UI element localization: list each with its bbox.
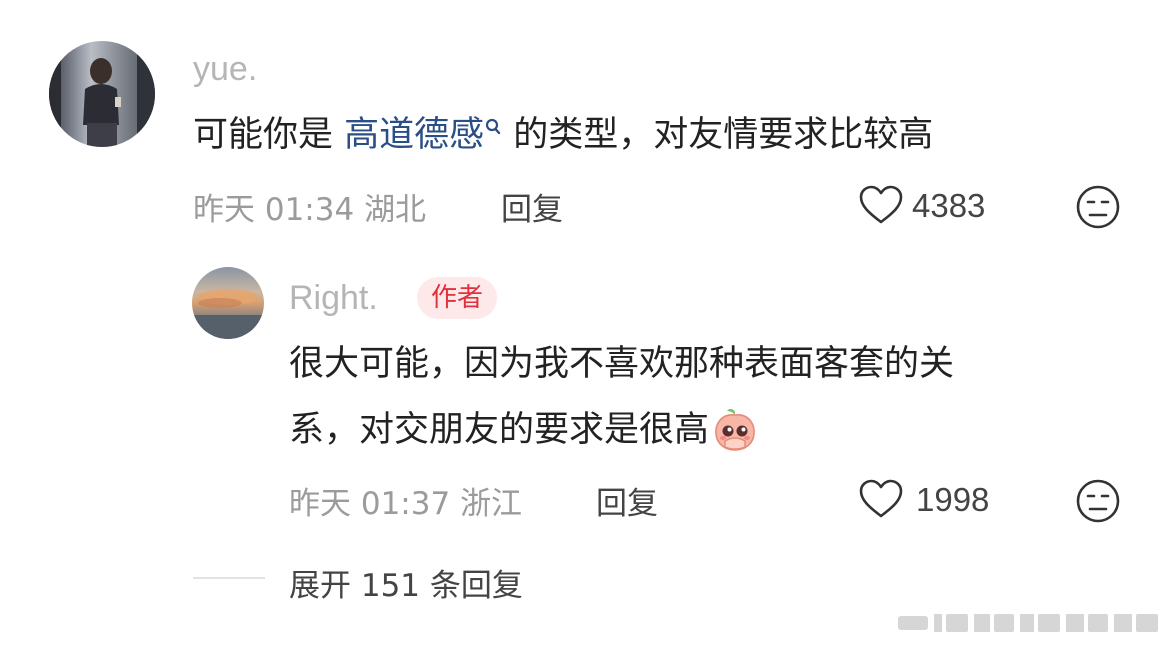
commenter-avatar[interactable]	[49, 41, 155, 147]
comment-text-suffix: 的类型，对友情要求比较高	[502, 115, 934, 155]
heart-icon[interactable]	[858, 184, 904, 226]
commenter-username[interactable]: yue.	[193, 50, 257, 89]
author-badge: 作者	[417, 277, 498, 319]
expand-replies-button[interactable]: 展开 151 条回复	[289, 560, 523, 605]
reply-reply-button[interactable]: 回复	[596, 478, 658, 523]
comment-content: 可能你是 高道德感 的类型，对友情要求比较高	[193, 111, 933, 160]
search-topic-link[interactable]: 高道德感	[344, 115, 484, 155]
reply-button[interactable]: 回复	[501, 184, 563, 229]
comment-time: 昨天 01:34	[193, 192, 355, 228]
reply-avatar[interactable]	[192, 267, 264, 339]
like-count: 4383	[912, 187, 986, 224]
reply-content-line1: 很大可能，因为我不喜欢那种表面客套的关	[289, 344, 955, 384]
expand-divider	[193, 577, 265, 579]
meh-face-icon[interactable]	[1075, 478, 1121, 524]
comment-location: 湖北	[364, 192, 427, 228]
reply-location: 浙江	[460, 486, 523, 522]
comment-text-prefix: 可能你是	[193, 115, 345, 155]
reply-content-line2: 系，对交朋友的要求是很高	[289, 406, 759, 455]
reply-time: 昨天 01:37	[289, 486, 451, 522]
watermark-logo	[898, 610, 1160, 636]
heart-icon[interactable]	[858, 478, 904, 520]
reply-like-count: 1998	[916, 481, 990, 518]
peach-emoji-icon	[711, 407, 759, 453]
reply-text-line2: 系，对交朋友的要求是很高	[289, 410, 710, 450]
meh-face-icon[interactable]	[1075, 184, 1121, 230]
reply-username[interactable]: Right.	[289, 279, 378, 318]
reply-meta: 昨天 01:37 浙江	[289, 478, 522, 523]
search-icon[interactable]	[484, 117, 502, 137]
comment-meta: 昨天 01:34 湖北	[193, 184, 426, 229]
